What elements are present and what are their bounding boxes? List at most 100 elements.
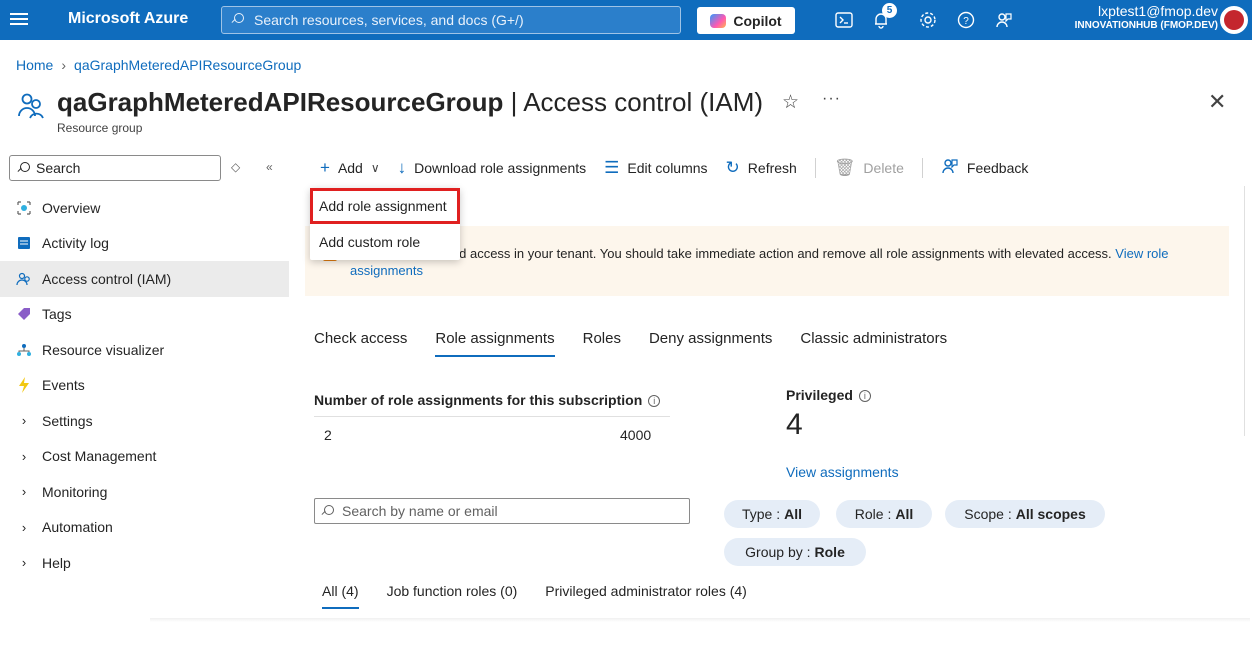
group-by-pill[interactable]: Group by : Role: [724, 538, 866, 566]
sidebar-item-tags[interactable]: Tags: [0, 297, 289, 333]
count-label-text: Number of role assignments for this subs…: [314, 392, 643, 408]
sidebar-item-help[interactable]: › Help: [0, 545, 289, 581]
copilot-label: Copilot: [733, 12, 782, 29]
sidebar-item-label: Tags: [42, 306, 72, 323]
breadcrumb-home[interactable]: Home: [16, 57, 53, 73]
sidebar-search-input[interactable]: Search: [9, 155, 221, 181]
chevron-down-icon: ∨: [370, 161, 380, 175]
chevron-right-icon: ›: [21, 413, 27, 429]
group-by-value: Role: [814, 544, 845, 560]
trash-icon: 🗑︎: [833, 158, 856, 177]
portal-brand[interactable]: Microsoft Azure: [68, 10, 188, 28]
tab-check-access[interactable]: Check access: [314, 330, 407, 357]
cloud-shell-icon[interactable]: [833, 9, 855, 31]
feedback-button[interactable]: Feedback: [941, 157, 1028, 180]
iam-tabs: Check access Role assignments Roles Deny…: [314, 330, 975, 357]
account-info[interactable]: lxptest1@fmop.dev INNOVATIONHUB (FMOP.DE…: [1075, 3, 1218, 31]
tab-all-roles[interactable]: All (4): [322, 583, 359, 609]
edit-columns-button[interactable]: ☰ Edit columns: [604, 158, 707, 178]
scope-filter-pill[interactable]: Scope : All scopes: [945, 500, 1105, 528]
type-filter-pill[interactable]: Type : All: [724, 500, 820, 528]
add-role-assignment-menu-item[interactable]: Add role assignment: [310, 188, 460, 224]
scope-filter-label: Scope :: [964, 506, 1012, 522]
sidebar-item-label: Automation: [42, 519, 113, 536]
delete-button[interactable]: 🗑︎ Delete: [834, 158, 904, 178]
tab-classic-administrators[interactable]: Classic administrators: [800, 330, 947, 357]
role-filter-pill[interactable]: Role : All: [836, 500, 932, 528]
sidebar-item-activity-log[interactable]: Activity log: [0, 226, 289, 262]
avatar[interactable]: [1220, 6, 1248, 34]
sidebar-item-events[interactable]: Events: [0, 368, 289, 404]
events-icon: [16, 377, 32, 394]
sidebar-item-cost-management[interactable]: › Cost Management: [0, 439, 289, 475]
tab-privileged-administrator-roles[interactable]: Privileged administrator roles (4): [545, 583, 747, 609]
refresh-button[interactable]: ↻ Refresh: [726, 158, 797, 178]
more-options-icon[interactable]: ···: [822, 90, 841, 108]
privileged-label: Privileged i: [786, 387, 871, 403]
title-separator: |: [503, 87, 524, 117]
sidebar-item-resource-visualizer[interactable]: Resource visualizer: [0, 332, 289, 368]
resource-name: qaGraphMeteredAPIResourceGroup: [57, 87, 504, 117]
scope-filter-value: All scopes: [1015, 506, 1086, 522]
type-filter-label: Type :: [741, 506, 781, 522]
tab-job-function-roles[interactable]: Job function roles (0): [387, 583, 518, 609]
sidebar-item-label: Settings: [42, 412, 93, 429]
chevron-right-icon: ›: [21, 484, 27, 500]
page-subtitle: Resource group: [57, 121, 143, 135]
info-icon[interactable]: i: [648, 395, 661, 407]
search-icon: [232, 13, 246, 27]
add-custom-role-menu-item[interactable]: Add custom role: [310, 224, 460, 260]
tag-icon: [16, 306, 32, 322]
feedback-label: Feedback: [966, 160, 1029, 176]
add-dropdown-menu: Add role assignment Add custom role: [310, 188, 460, 260]
count-progress-track: [314, 416, 670, 417]
download-role-assignments-button[interactable]: ↓ Download role assignments: [398, 158, 586, 178]
hamburger-menu-icon[interactable]: [10, 10, 28, 28]
view-assignments-link[interactable]: View assignments: [786, 464, 899, 480]
group-by-label: Group by :: [745, 544, 811, 560]
edit-columns-icon: ☰: [604, 158, 620, 177]
sidebar-item-access-control[interactable]: Access control (IAM): [0, 261, 289, 297]
refresh-label: Refresh: [747, 160, 797, 176]
favorite-star-icon[interactable]: ☆: [782, 91, 799, 114]
role-assignment-count-label: Number of role assignments for this subs…: [314, 392, 661, 408]
sidebar-search-placeholder: Search: [36, 160, 81, 176]
tab-roles[interactable]: Roles: [583, 330, 621, 357]
feedback-icon[interactable]: [993, 9, 1015, 31]
sidebar-item-monitoring[interactable]: › Monitoring: [0, 474, 289, 510]
search-by-name-input[interactable]: Search by name or email: [314, 498, 690, 524]
info-icon[interactable]: i: [858, 390, 871, 402]
global-search-placeholder: Search resources, services, and docs (G+…: [254, 12, 524, 28]
sidebar-item-settings[interactable]: › Settings: [0, 403, 289, 439]
breadcrumb-resource-group[interactable]: qaGraphMeteredAPIResourceGroup: [74, 57, 301, 73]
tab-role-assignments[interactable]: Role assignments: [435, 330, 555, 357]
search-icon: [18, 162, 30, 174]
role-filter-value: All: [895, 506, 914, 522]
delete-label: Delete: [863, 160, 904, 176]
close-icon[interactable]: ✕: [1208, 89, 1226, 115]
search-by-name-placeholder: Search by name or email: [342, 503, 498, 519]
help-icon[interactable]: ?: [955, 9, 977, 31]
sidebar-item-label: Help: [42, 554, 71, 571]
sidebar-item-automation[interactable]: › Automation: [0, 510, 289, 546]
chevron-right-icon: ›: [21, 555, 27, 571]
tab-deny-assignments[interactable]: Deny assignments: [649, 330, 772, 357]
role-category-tabs: All (4) Job function roles (0) Privilege…: [322, 583, 775, 609]
settings-gear-icon[interactable]: [917, 9, 939, 31]
chevron-right-icon: ›: [21, 448, 27, 464]
type-filter-value: All: [784, 506, 803, 522]
copilot-button[interactable]: Copilot: [697, 7, 795, 34]
user-tenant: INNOVATIONHUB (FMOP.DEV): [1074, 20, 1218, 31]
privileged-label-text: Privileged: [786, 387, 853, 403]
expand-collapse-icon[interactable]: ◇: [231, 160, 240, 174]
search-icon: [322, 505, 334, 517]
add-button[interactable]: + Add ∨: [320, 158, 380, 178]
collapse-sidebar-icon[interactable]: «: [266, 160, 273, 174]
global-search-input[interactable]: Search resources, services, and docs (G+…: [221, 6, 681, 34]
sidebar-item-overview[interactable]: Overview: [0, 190, 289, 226]
privileged-count: 4: [786, 408, 803, 441]
iam-icon: [16, 271, 32, 287]
refresh-icon: ↻: [725, 158, 740, 177]
breadcrumb-separator-icon: ›: [61, 57, 67, 73]
sidebar-item-label: Events: [42, 377, 85, 394]
